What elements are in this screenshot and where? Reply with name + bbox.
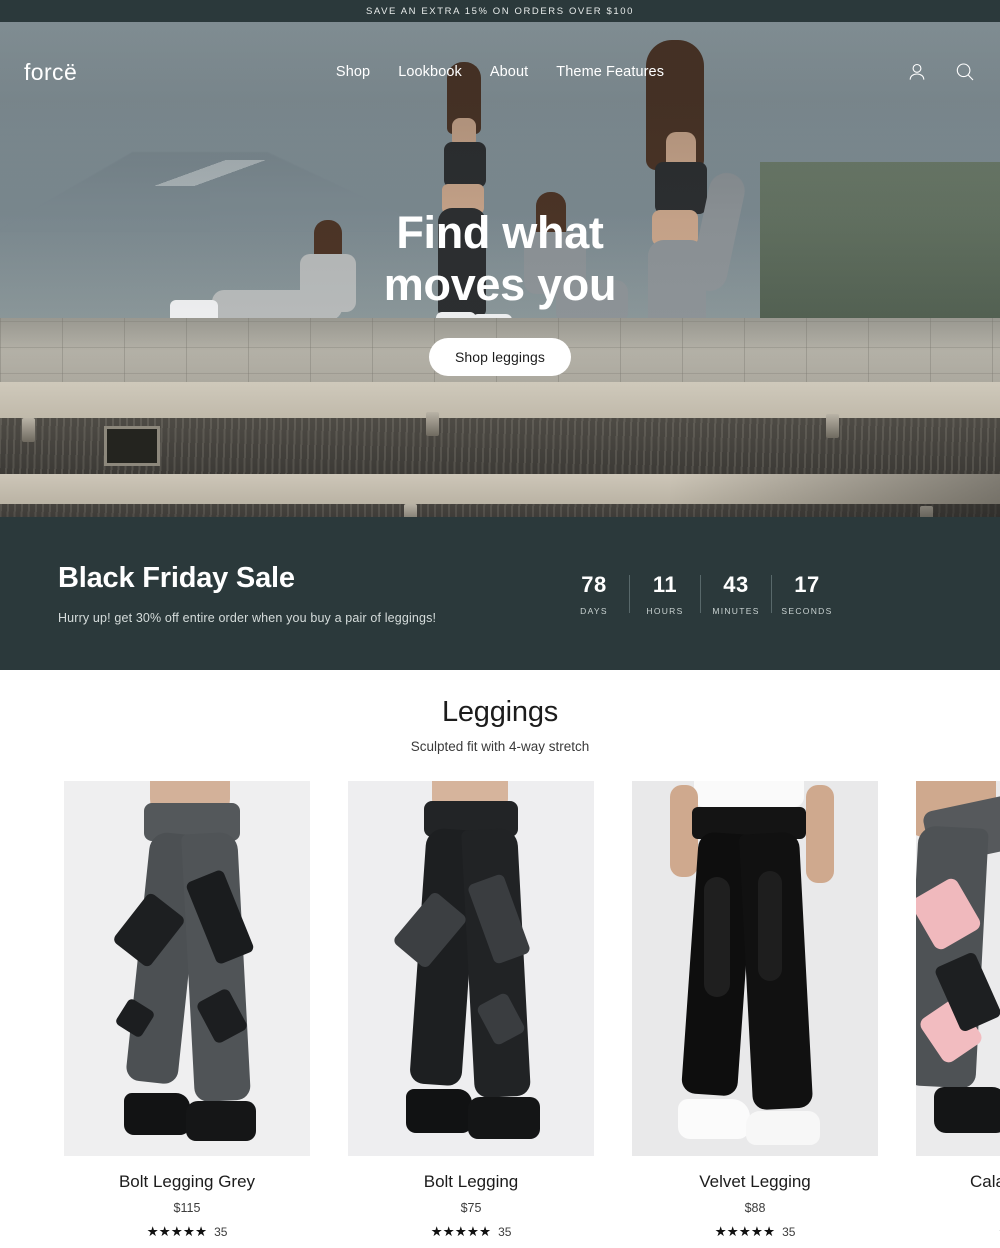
hero-title-line-1: Find what [396, 207, 604, 258]
countdown-hours-label: HOURS [646, 605, 684, 616]
product-rating: ★★★★★ 35 [64, 1224, 310, 1240]
countdown-minutes: 43 MINUTES [701, 572, 771, 616]
product-price: $95 [916, 1201, 1000, 1215]
product-card[interactable]: Velvet Legging $88 ★★★★★ 35 [632, 781, 878, 1240]
announcement-text: SAVE AN EXTRA 15% ON ORDERS OVER $100 [365, 5, 635, 17]
countdown-days-label: DAYS [580, 605, 608, 616]
rating-stars: ★★★★★ [430, 1224, 492, 1239]
product-image[interactable] [632, 781, 878, 1156]
site-logo[interactable]: forcë [24, 59, 254, 86]
hero-banner: forcë Shop Lookbook About Theme Features [0, 22, 1000, 517]
product-price: $115 [173, 1201, 201, 1215]
header-icon-group [746, 61, 976, 83]
leggings-collection: Leggings Sculpted fit with 4-way stretch… [0, 670, 1000, 1240]
product-rating: ★★★★★ 35 [916, 1224, 1000, 1240]
countdown-seconds-value: 17 [794, 571, 820, 597]
product-carousel[interactable]: Bolt Legging Grey $115 ★★★★★ 35 Bolt Leg… [0, 781, 1000, 1240]
countdown-seconds-label: SECONDS [781, 605, 833, 616]
product-image[interactable] [64, 781, 310, 1156]
main-navigation: Shop Lookbook About Theme Features [254, 64, 746, 80]
countdown-minutes-label: MINUTES [712, 605, 760, 616]
nav-item-about[interactable]: About [490, 64, 528, 80]
nav-item-shop[interactable]: Shop [336, 64, 370, 80]
sale-title: Black Friday Sale [58, 562, 295, 594]
collection-title: Leggings [441, 696, 559, 728]
hero-title: Find what moves you [383, 207, 617, 311]
countdown-hours-value: 11 [652, 571, 678, 597]
announcement-bar: SAVE AN EXTRA 15% ON ORDERS OVER $100 [0, 0, 1000, 22]
product-price: $88 [744, 1201, 766, 1215]
product-rating: ★★★★★ 35 [348, 1224, 594, 1240]
product-card[interactable]: Bolt Legging Grey $115 ★★★★★ 35 [64, 781, 310, 1240]
sale-subtitle: Hurry up! get 30% off entire order when … [58, 611, 437, 625]
black-friday-sale-bar: Black Friday Sale Hurry up! get 30% off … [0, 517, 1000, 670]
countdown-days-value: 78 [581, 571, 607, 597]
product-rating: ★★★★★ 35 [632, 1224, 878, 1240]
product-image[interactable] [348, 781, 594, 1156]
site-header: forcë Shop Lookbook About Theme Features [0, 22, 1000, 122]
countdown-hours: 11 HOURS [630, 572, 700, 616]
product-price: $75 [460, 1201, 482, 1215]
product-name[interactable]: Bolt Legging [348, 1172, 594, 1192]
nav-item-theme-features[interactable]: Theme Features [556, 64, 664, 80]
countdown-timer: 78 DAYS 11 HOURS 43 MINUTES 17 SECONDS [559, 572, 942, 616]
countdown-minutes-value: 43 [723, 571, 749, 597]
rating-count: 35 [214, 1225, 228, 1239]
product-image[interactable] [916, 781, 1000, 1156]
search-icon[interactable] [954, 61, 976, 83]
product-name[interactable]: Velvet Legging [632, 1172, 878, 1192]
product-card[interactable]: Calatrava Legging $95 ★★★★★ 35 [916, 781, 1000, 1240]
rating-stars: ★★★★★ [146, 1224, 208, 1239]
rating-count: 35 [498, 1225, 512, 1239]
rating-stars: ★★★★★ [714, 1224, 776, 1239]
product-name[interactable]: Bolt Legging Grey [64, 1172, 310, 1192]
countdown-seconds: 17 SECONDS [772, 572, 842, 616]
rating-count: 35 [782, 1225, 796, 1239]
hero-title-line-2: moves you [383, 259, 617, 310]
nav-item-lookbook[interactable]: Lookbook [398, 64, 462, 80]
account-icon[interactable] [906, 61, 928, 83]
countdown-days: 78 DAYS [559, 572, 629, 616]
product-card[interactable]: Bolt Legging $75 ★★★★★ 35 [348, 781, 594, 1240]
shop-leggings-button[interactable]: Shop leggings [428, 338, 572, 376]
product-name[interactable]: Calatrava Legging [916, 1172, 1000, 1192]
hero-content: Find what moves you Shop leggings [0, 207, 1000, 376]
sale-text-group: Black Friday Sale Hurry up! get 30% off … [58, 562, 559, 625]
collection-subtitle: Sculpted fit with 4-way stretch [410, 739, 590, 754]
